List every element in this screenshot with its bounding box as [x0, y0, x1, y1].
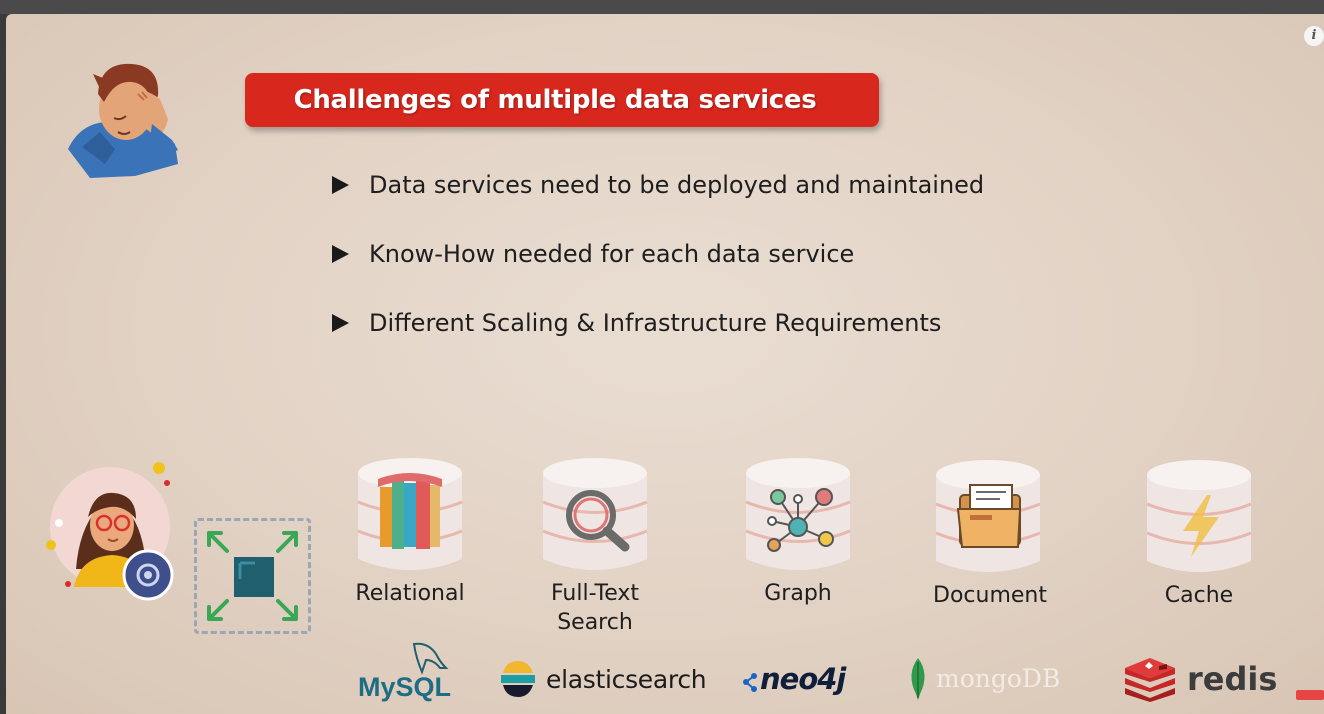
db-label: Full-Text Search — [550, 581, 640, 635]
bullet-text: Data services need to be deployed and ma… — [369, 171, 985, 199]
neo4j-logo-text: neo4j — [760, 662, 846, 696]
stressed-person-icon — [68, 63, 178, 178]
database-cylinder-icon — [935, 460, 1041, 572]
database-cylinder-icon — [1146, 460, 1252, 572]
bullet-text: Different Scaling & Infrastructure Requi… — [369, 309, 942, 337]
db-label: Document — [933, 583, 1047, 608]
db-label: Graph — [764, 581, 832, 606]
elasticsearch-icon — [501, 661, 535, 697]
avatar — [46, 462, 174, 601]
redis-logo: redis — [1123, 656, 1277, 702]
info-icon[interactable]: i — [1304, 26, 1324, 46]
window-top-bar — [0, 0, 1324, 14]
bullet-item: Know-How needed for each data service — [332, 237, 984, 271]
neo4j-icon — [743, 673, 757, 692]
bullet-arrow-icon — [332, 314, 349, 332]
db-document: Document — [933, 459, 1047, 610]
bullet-arrow-icon — [332, 245, 349, 263]
bullet-list: Data services need to be deployed and ma… — [332, 168, 984, 375]
mongodb-leaf-icon — [911, 658, 925, 700]
bullet-item: Different Scaling & Infrastructure Requi… — [332, 306, 984, 340]
youtube-subscribe-badge[interactable] — [1296, 690, 1324, 700]
db-cache: Cache — [1144, 459, 1254, 610]
mysql-logo: MySQL — [356, 638, 456, 702]
bullet-text: Know-How needed for each data service — [369, 240, 855, 268]
db-full-text-search: Full-Text Search — [540, 457, 650, 637]
bullet-item: Data services need to be deployed and ma… — [332, 168, 984, 202]
slide-title: Challenges of multiple data services — [293, 85, 817, 115]
bullet-arrow-icon — [332, 176, 349, 194]
elasticsearch-logo-text: elasticsearch — [546, 664, 707, 694]
scaling-icon — [194, 518, 311, 634]
db-label: Relational — [355, 581, 465, 606]
database-cylinder-icon — [542, 458, 648, 570]
mongodb-logo: mongoDB — [906, 656, 1060, 700]
presentation-slide: i Challenges of multiple data services D… — [6, 14, 1324, 714]
redis-logo-text: redis — [1187, 660, 1278, 698]
title-banner: Challenges of multiple data services — [245, 73, 879, 127]
mysql-logo-text: MySQL — [358, 672, 451, 702]
db-graph: Graph — [743, 457, 853, 608]
elasticsearch-logo: elasticsearch — [498, 659, 707, 699]
neo4j-logo: neo4j — [742, 662, 846, 696]
db-relational: Relational — [355, 457, 465, 608]
database-cylinder-icon — [745, 458, 851, 570]
mongodb-logo-text: mongoDB — [936, 663, 1061, 693]
db-label: Cache — [1164, 583, 1234, 608]
database-cylinder-icon — [357, 458, 463, 570]
folder-document-icon — [956, 484, 1022, 548]
redis-icon — [1125, 658, 1175, 702]
